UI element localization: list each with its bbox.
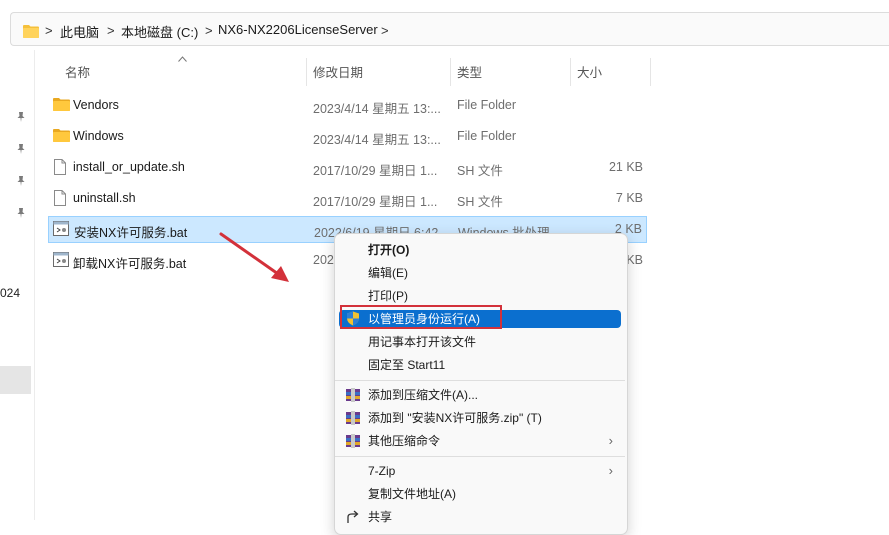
breadcrumb-local-disk[interactable]: 本地磁盘 (C:) bbox=[121, 22, 198, 41]
file-date: 202 bbox=[313, 253, 334, 267]
file-row[interactable]: Vendors 2023/4/14 星期五 13:... File Folder bbox=[48, 92, 647, 119]
chevron-right-icon: › bbox=[608, 433, 613, 448]
menu-item-add-to-zip[interactable]: 添加到 "安装NX许可服务.zip" (T) bbox=[339, 407, 621, 429]
menu-item-open[interactable]: 打开(O) bbox=[339, 239, 621, 261]
batch-file-icon bbox=[53, 252, 69, 267]
winrar-icon bbox=[346, 388, 360, 402]
file-name: uninstall.sh bbox=[73, 191, 136, 205]
file-name: install_or_update.sh bbox=[73, 160, 185, 174]
menu-item-7zip[interactable]: 7-Zip › bbox=[339, 460, 621, 482]
winrar-icon bbox=[346, 411, 360, 425]
pin-icon[interactable] bbox=[16, 208, 26, 218]
file-type: File Folder bbox=[457, 129, 517, 143]
chevron-right-icon: › bbox=[608, 463, 613, 478]
breadcrumb-separator: > bbox=[205, 23, 213, 38]
file-icon bbox=[54, 190, 66, 206]
column-divider[interactable] bbox=[450, 58, 451, 86]
pin-icon[interactable] bbox=[16, 112, 26, 122]
menu-item-print[interactable]: 打印(P) bbox=[339, 285, 621, 307]
breadcrumb-separator: > bbox=[45, 23, 53, 38]
column-divider[interactable] bbox=[570, 58, 571, 86]
column-divider[interactable] bbox=[306, 58, 307, 86]
file-name: Windows bbox=[73, 129, 124, 143]
menu-item-more-compression[interactable]: 其他压缩命令 › bbox=[339, 430, 621, 452]
breadcrumb-this-pc[interactable]: 此电脑 bbox=[60, 22, 99, 41]
file-size: KB bbox=[626, 253, 643, 267]
file-name: 卸载NX许可服务.bat bbox=[73, 257, 187, 271]
file-name: 安装NX许可服务.bat bbox=[74, 226, 188, 240]
file-row[interactable]: install_or_update.sh 2017/10/29 星期日 1...… bbox=[48, 154, 647, 181]
column-header-name[interactable]: 名称 bbox=[65, 62, 90, 84]
folder-icon bbox=[23, 25, 39, 38]
nav-item-label[interactable]: 024 bbox=[0, 286, 20, 300]
folder-icon bbox=[53, 98, 70, 111]
column-divider[interactable] bbox=[650, 58, 651, 86]
file-type: File Folder bbox=[457, 98, 517, 112]
file-size: 21 KB bbox=[608, 160, 643, 174]
nav-item-selected[interactable] bbox=[0, 366, 31, 394]
menu-item-open-with-notepad[interactable]: 用记事本打开该文件 bbox=[339, 331, 621, 353]
file-icon bbox=[54, 159, 66, 175]
annotation-arrow-icon bbox=[219, 232, 289, 282]
file-size: 7 KB bbox=[615, 191, 643, 205]
column-header-date[interactable]: 修改日期 bbox=[313, 62, 363, 84]
menu-item-pin-to-start11[interactable]: 固定至 Start11 bbox=[339, 354, 621, 376]
file-row[interactable]: Windows 2023/4/14 星期五 13:... File Folder bbox=[48, 123, 647, 150]
column-header-type[interactable]: 类型 bbox=[457, 62, 482, 84]
pin-icon[interactable] bbox=[16, 176, 26, 186]
navigation-pane: 024 bbox=[0, 50, 35, 520]
winrar-icon bbox=[346, 434, 360, 448]
context-menu: 打开(O) 编辑(E) 打印(P) 以管理员身份运行(A) 用记事本打开该文件 … bbox=[334, 233, 628, 535]
file-type: SH 文件 bbox=[457, 164, 503, 178]
breadcrumb-separator: > bbox=[381, 23, 389, 38]
share-icon bbox=[347, 510, 359, 523]
column-header-size[interactable]: 大小 bbox=[577, 62, 602, 84]
breadcrumb-current-folder[interactable]: NX6-NX2206LicenseServer bbox=[218, 22, 378, 37]
breadcrumb-separator: > bbox=[107, 23, 115, 38]
folder-icon bbox=[53, 129, 70, 142]
file-date: 2017/10/29 星期日 1... bbox=[313, 195, 438, 209]
pin-icon[interactable] bbox=[16, 144, 26, 154]
file-date: 2023/4/14 星期五 13:... bbox=[313, 102, 441, 116]
menu-separator bbox=[335, 456, 625, 457]
file-row[interactable]: uninstall.sh 2017/10/29 星期日 1... SH 文件 7… bbox=[48, 185, 647, 212]
menu-item-add-to-archive[interactable]: 添加到压缩文件(A)... bbox=[339, 384, 621, 406]
menu-item-share[interactable]: 共享 bbox=[339, 506, 621, 528]
menu-item-copy-path[interactable]: 复制文件地址(A) bbox=[339, 483, 621, 505]
menu-separator bbox=[335, 380, 625, 381]
file-type: SH 文件 bbox=[457, 195, 503, 209]
annotation-highlight-box bbox=[340, 305, 502, 329]
file-name: Vendors bbox=[73, 98, 119, 112]
menu-item-edit[interactable]: 编辑(E) bbox=[339, 262, 621, 284]
file-date: 2023/4/14 星期五 13:... bbox=[313, 133, 441, 147]
file-date: 2017/10/29 星期日 1... bbox=[313, 164, 438, 178]
batch-file-icon bbox=[53, 221, 69, 236]
address-bar[interactable]: > 此电脑 > 本地磁盘 (C:) > NX6-NX2206LicenseSer… bbox=[10, 12, 889, 46]
sort-ascending-icon bbox=[178, 56, 187, 62]
